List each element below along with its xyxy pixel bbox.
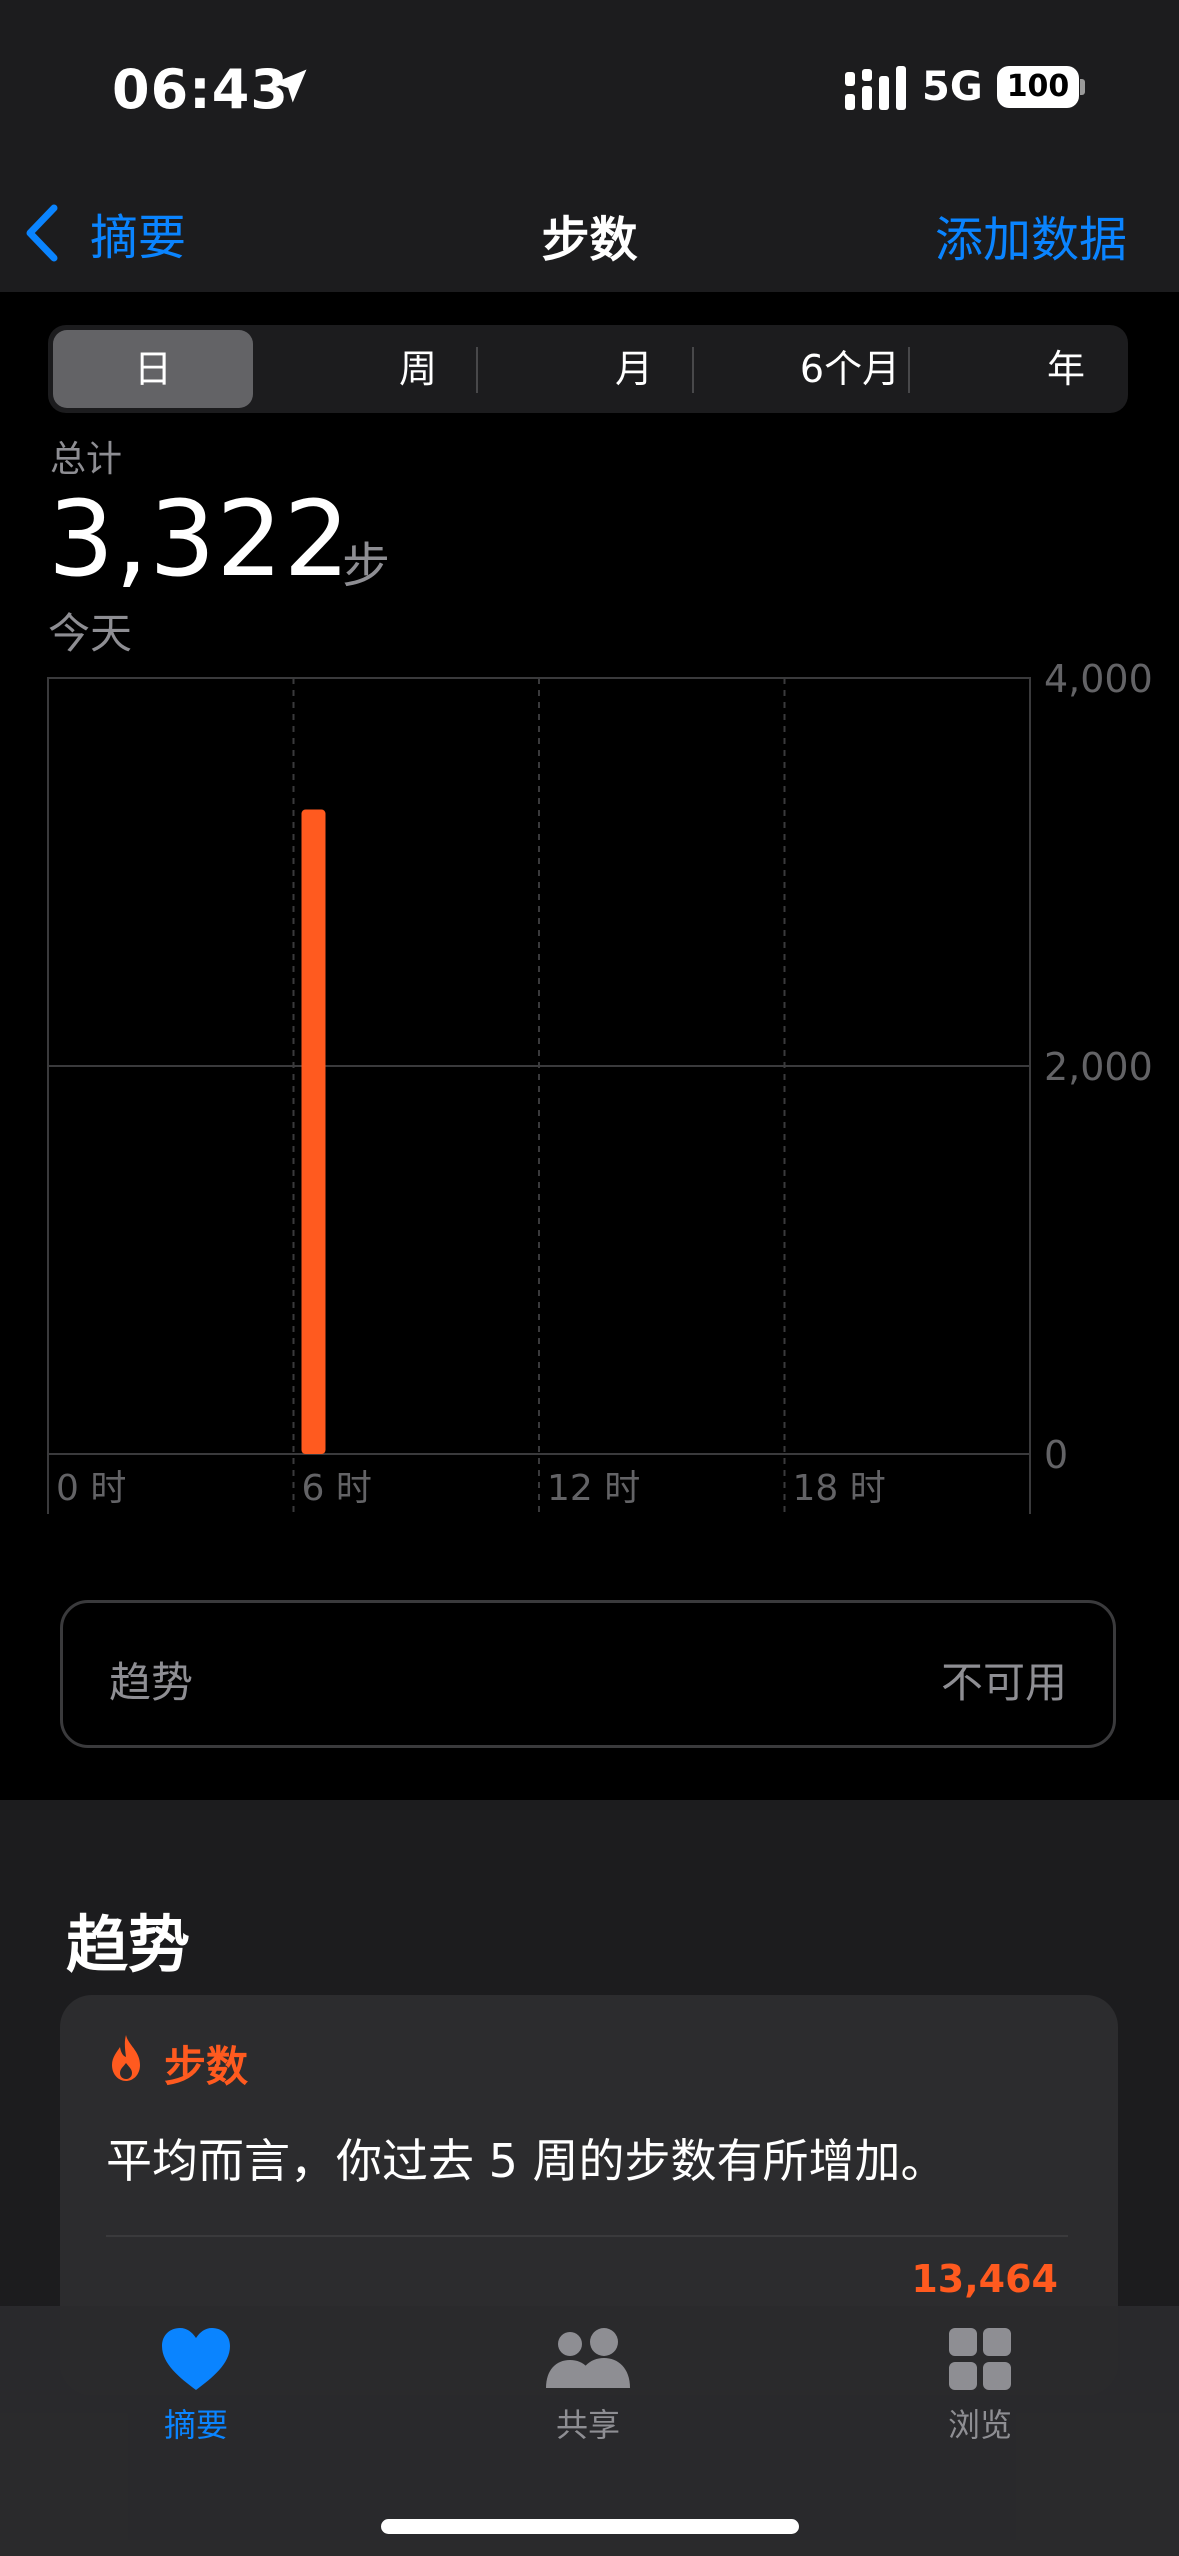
total-steps-value: 3,322 <box>48 478 351 600</box>
segment-divider <box>908 347 910 393</box>
battery-tip <box>1080 79 1085 95</box>
date-label: 今天 <box>48 609 133 658</box>
total-label: 总计 <box>50 439 123 480</box>
tab-sharing-label: 共享 <box>555 2406 620 2444</box>
people-icon <box>546 2328 630 2388</box>
trend-card-label: 趋势 <box>109 1658 194 1707</box>
status-time: 06:43 <box>112 58 289 121</box>
x-tick-label: 6 时 <box>302 1468 372 1509</box>
cellular-signal-icon <box>845 66 906 110</box>
tab-sharing[interactable]: 共享 <box>488 2326 688 2446</box>
trends-section-title: 趋势 <box>66 1908 191 1981</box>
home-indicator <box>381 2519 799 2534</box>
heart-icon <box>162 2328 230 2390</box>
y-tick-label: 4,000 <box>1044 660 1153 701</box>
time-range-segmented-control: 日 周 月 6个月 年 <box>48 325 1128 413</box>
trend-metric-label: 步数 <box>164 2042 249 2091</box>
segment-week[interactable]: 周 <box>318 330 518 408</box>
segment-day[interactable]: 日 <box>53 330 253 408</box>
y-tick-label: 0 <box>1044 1433 1068 1477</box>
trend-card-value: 不可用 <box>940 1658 1067 1707</box>
location-arrow-icon <box>273 69 307 103</box>
tab-browse[interactable]: 浏览 <box>880 2326 1080 2446</box>
grid-icon <box>949 2328 1011 2390</box>
status-bar: 06:43 5G 100 <box>0 0 1179 170</box>
tab-bar: 摘要 共享 浏览 <box>0 2306 1179 2556</box>
y-tick-label: 2,000 <box>1044 1045 1153 1089</box>
x-tick-label: 0 时 <box>56 1468 126 1509</box>
trend-description: 平均而言，你过去 5 周的步数有所增加。 <box>106 2134 947 2188</box>
segment-month[interactable]: 月 <box>534 330 734 408</box>
trend-divider <box>106 2235 1068 2237</box>
segment-divider <box>692 347 694 393</box>
navigation-bar: 摘要 步数 添加数据 <box>0 170 1179 292</box>
add-data-button[interactable]: 添加数据 <box>935 200 1127 270</box>
tab-browse-label: 浏览 <box>947 2406 1012 2444</box>
trend-value: 13,464 <box>911 2257 1058 2301</box>
x-tick-label: 18 时 <box>793 1468 886 1509</box>
segment-six-months[interactable]: 6个月 <box>750 330 950 408</box>
steps-chart[interactable]: 0 2,000 4,000 0 时 6 时 12 时 18 时 <box>0 660 1179 1540</box>
battery-indicator: 100 <box>997 66 1079 108</box>
tab-summary-label: 摘要 <box>163 2406 228 2444</box>
bar-hour-6 <box>301 809 326 1454</box>
flame-icon <box>112 2035 140 2081</box>
total-steps-unit: 步 <box>342 538 391 594</box>
tab-summary[interactable]: 摘要 <box>96 2326 296 2446</box>
segment-divider <box>476 347 478 393</box>
trend-card[interactable]: 趋势 不可用 <box>60 1600 1116 1748</box>
network-type: 5G <box>922 64 983 110</box>
x-tick-label: 12 时 <box>547 1468 640 1509</box>
segment-year[interactable]: 年 <box>966 330 1166 408</box>
